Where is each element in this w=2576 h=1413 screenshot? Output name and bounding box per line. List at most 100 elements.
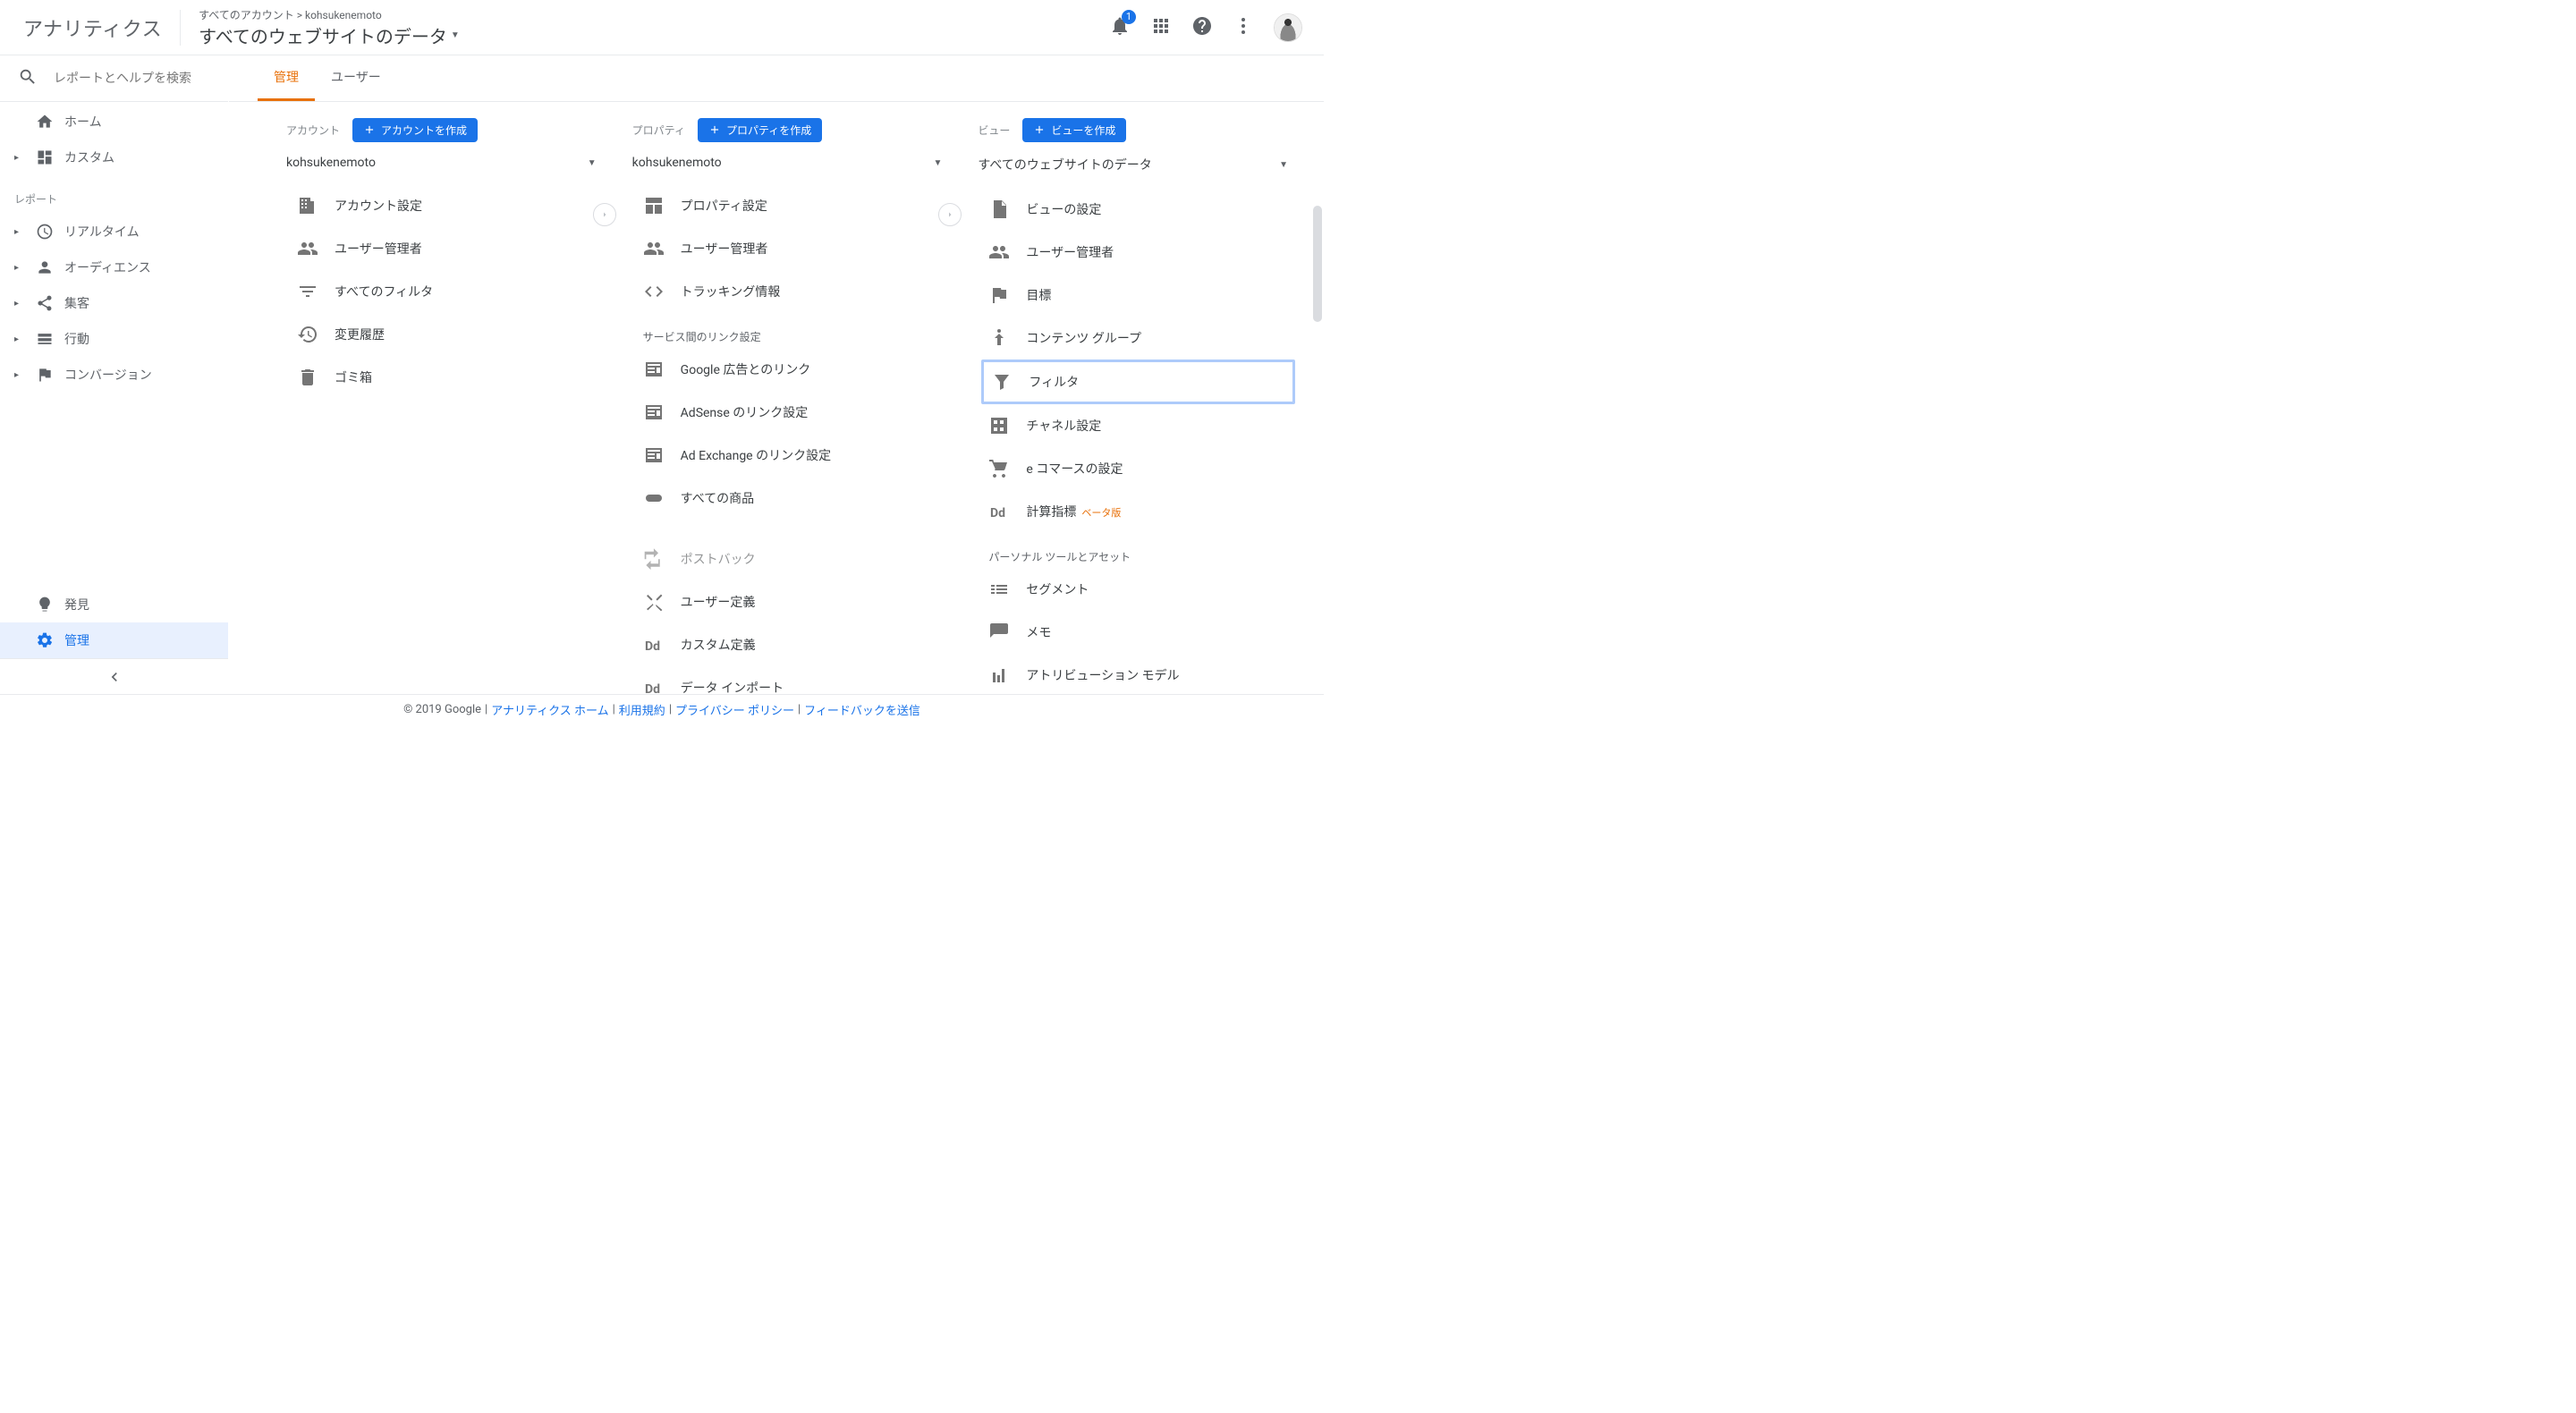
property-selected: kohsukenemoto [632,156,722,170]
help-icon[interactable] [1191,15,1213,40]
property-adexchange-link[interactable]: Ad Exchange のリンク設定 [636,434,950,477]
dd-icon: Dd [988,501,1010,522]
property-user-defined[interactable]: ユーザー定義 [636,580,950,623]
footer-feedback-link[interactable]: フィードバックを送信 [804,701,920,718]
beta-label: ベータ版 [1081,507,1121,519]
footer-terms-link[interactable]: 利用規約 [619,701,665,718]
property-adsense-link[interactable]: AdSense のリンク設定 [636,391,950,434]
link-icon [643,487,665,509]
item-label: セグメント [1026,580,1089,598]
create-account-button[interactable]: アカウントを作成 [352,118,478,142]
clock-icon [36,223,54,241]
sidebar-item-custom[interactable]: ▸ カスタム [0,140,228,175]
sidebar-item-realtime[interactable]: ▸ リアルタイム [0,214,228,250]
shuffle-icon [643,591,665,613]
search-input[interactable] [54,72,213,86]
footer-home-link[interactable]: アナリティクス ホーム [491,701,608,718]
sidebar-item-discover[interactable]: 発見 [0,587,228,622]
account-settings[interactable]: アカウント設定 [290,184,604,227]
view-user-management[interactable]: ユーザー管理者 [981,231,1295,274]
sidebar-label: 管理 [64,631,89,649]
sidebar-item-acquisition[interactable]: ▸ 集客 [0,285,228,321]
notification-badge: 1 [1122,10,1136,24]
view-column: ビュー ビューを作成 すべてのウェブサイトのデータ ▼ ビューの設定 ユーザー管… [949,118,1295,694]
view-settings[interactable]: ビューの設定 [981,188,1295,231]
property-data-import[interactable]: Ddデータ インポート [636,666,950,694]
property-selector[interactable]: kohsukenemoto ▼ [632,150,950,179]
share-icon [36,294,54,312]
property-settings[interactable]: プロパティ設定 [636,184,950,227]
view-selector-dropdown[interactable]: すべてのウェブサイトのデータ ▼ [978,150,1295,182]
sidebar-item-home[interactable]: ホーム [0,104,228,140]
property-all-products[interactable]: すべての商品 [636,477,950,520]
item-label: 変更履歴 [335,326,385,343]
sidebar-item-conversions[interactable]: ▸ コンバージョン [0,357,228,393]
property-postbacks[interactable]: ポストバック [636,537,950,580]
property-tracking-info[interactable]: トラッキング情報 [636,270,950,313]
create-view-button[interactable]: ビューを作成 [1022,118,1126,142]
notifications-icon[interactable]: 1 [1109,15,1131,40]
reports-section-label: レポート [0,175,228,214]
item-label: アトリビューション モデル [1026,666,1179,684]
view-ecommerce-settings[interactable]: e コマースの設定 [981,447,1295,490]
property-custom-definitions[interactable]: Ddカスタム定義 [636,623,950,666]
create-account-label: アカウントを作成 [381,123,467,138]
breadcrumb[interactable]: すべてのアカウント > kohsukenemoto [199,7,1109,22]
view-attribution-models[interactable]: アトリビューション モデル [981,654,1295,694]
view-goals[interactable]: 目標 [981,274,1295,317]
page-title: すべてのウェブサイトのデータ [199,22,447,48]
scrollbar[interactable] [1311,206,1322,694]
news-icon [643,444,665,466]
account-user-management[interactable]: ユーザー管理者 [290,227,604,270]
view-calculated-metrics[interactable]: Dd計算指標ベータ版 [981,490,1295,533]
logo-wrap: アナリティクス [14,10,181,46]
logo-text: アナリティクス [23,13,162,42]
avatar[interactable] [1274,13,1302,42]
apps-icon[interactable] [1150,15,1172,40]
view-label: ビュー [978,123,1010,138]
sidebar-label: ホーム [64,113,102,131]
app-header: アナリティクス すべてのアカウント > kohsukenemoto すべてのウェ… [0,0,1324,55]
person-stand-icon [988,327,1010,349]
account-all-filters[interactable]: すべてのフィルタ [290,270,604,313]
lightbulb-icon [36,596,54,613]
svg-text:Dd: Dd [990,506,1005,520]
account-selector[interactable]: kohsukenemoto ▼ [286,150,604,179]
chevron-left-icon [106,668,123,686]
item-label: ユーザー定義 [681,593,756,611]
create-property-button[interactable]: プロパティを作成 [698,118,822,142]
sidebar-item-behavior[interactable]: ▸ 行動 [0,321,228,357]
behavior-icon [36,330,54,348]
trash-icon [297,367,318,388]
sidebar-bottom: 発見 管理 [0,587,228,694]
nav: ホーム ▸ カスタム レポート ▸ リアルタイム ▸ オーディエンス ▸ 集 [0,102,228,587]
view-channel-settings[interactable]: チャネル設定 [981,404,1295,447]
tab-user[interactable]: ユーザー [315,55,397,101]
people-icon [297,238,318,259]
plus-icon [1033,123,1046,136]
account-change-history[interactable]: 変更履歴 [290,313,604,356]
sidebar-item-admin[interactable]: 管理 [0,622,228,658]
more-icon[interactable] [1233,15,1254,40]
view-content-groups[interactable]: コンテンツ グループ [981,317,1295,360]
collapse-sidebar-button[interactable] [0,658,228,694]
account-trash[interactable]: ゴミ箱 [290,356,604,399]
view-selector[interactable]: すべてのウェブサイトのデータ ▼ [199,22,1109,48]
sidebar-item-audience[interactable]: ▸ オーディエンス [0,250,228,285]
view-filters[interactable]: フィルタ [981,360,1295,404]
channel-icon [988,415,1010,436]
svg-text:Dd: Dd [645,639,660,654]
item-label: 目標 [1026,286,1051,304]
sidebar-label: オーディエンス [64,258,151,276]
transfer-right-button[interactable] [593,203,616,226]
scrollbar-thumb[interactable] [1313,206,1322,322]
chevron-down-icon: ▼ [933,158,942,168]
footer-privacy-link[interactable]: プライバシー ポリシー [675,701,794,718]
view-segments[interactable]: セグメント [981,568,1295,611]
property-column: プロパティ プロパティを作成 kohsukenemoto ▼ プロパティ設定 ユ… [604,118,950,694]
account-column: アカウント アカウントを作成 kohsukenemoto ▼ アカウント設定 ユ… [286,118,604,694]
view-annotations[interactable]: メモ [981,611,1295,654]
tab-admin[interactable]: 管理 [258,55,315,101]
property-google-ads-link[interactable]: Google 広告とのリンク [636,348,950,391]
property-user-management[interactable]: ユーザー管理者 [636,227,950,270]
